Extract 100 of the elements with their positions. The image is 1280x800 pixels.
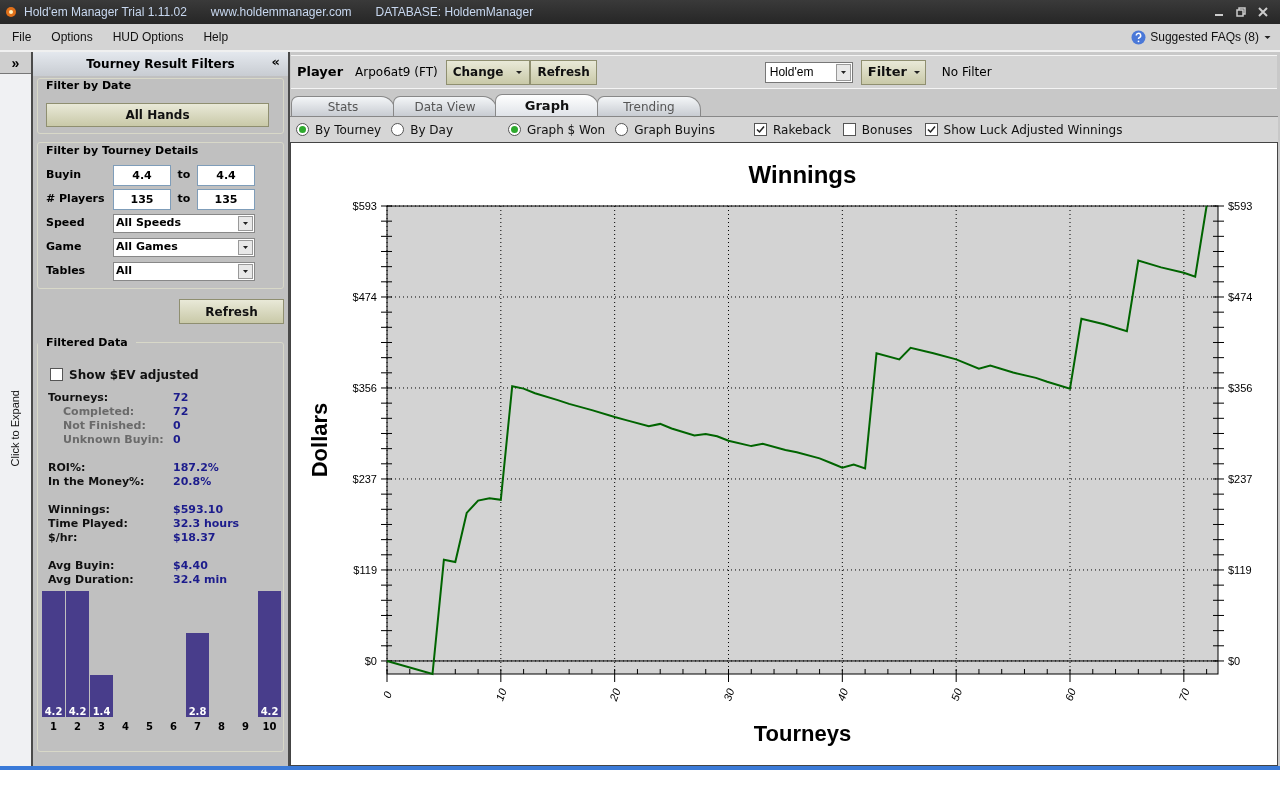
x-tick-label: 60 xyxy=(1062,686,1078,703)
bar-category: 7 xyxy=(194,720,201,732)
menu-item[interactable]: Help xyxy=(203,28,229,46)
stat-label: ROI%: xyxy=(48,460,87,475)
x-tick-label: 70 xyxy=(1176,686,1192,703)
checkbox-label: Rakeback xyxy=(773,121,831,139)
stat-value: $18.37 xyxy=(173,530,216,545)
change-button[interactable]: Change xyxy=(445,59,531,85)
y-tick-label: $237 xyxy=(1228,472,1253,485)
help-icon xyxy=(1131,29,1147,45)
y-tick-label: $593 xyxy=(1228,200,1253,212)
stat-value: 0 xyxy=(173,432,181,447)
stat-label: In the Money%: xyxy=(48,474,146,489)
checkbox-label: Show Luck Adjusted Winnings xyxy=(943,121,1123,139)
range-to-field[interactable]: 4.4 xyxy=(197,165,255,186)
filter-status: No Filter xyxy=(941,64,992,81)
radio-label: By Tourney xyxy=(315,121,382,139)
bar-category: 9 xyxy=(242,720,249,732)
checkbox[interactable] xyxy=(754,123,767,136)
stat-label: Tourneys: xyxy=(48,390,110,405)
y-tick-label: $474 xyxy=(352,291,377,303)
player-label: Player xyxy=(297,63,344,82)
stat-label: Not Finished: xyxy=(62,418,147,433)
bar-category: 5 xyxy=(146,720,153,732)
website-label: www.holdemmanager.com xyxy=(210,4,352,21)
expand-label[interactable]: Click to Expand xyxy=(7,389,24,466)
collapse-button[interactable]: « xyxy=(271,55,280,68)
to-label: to xyxy=(176,167,192,184)
bar-value: 2.8 xyxy=(188,705,207,717)
y-tick-label: $593 xyxy=(352,200,377,212)
checkbox[interactable] xyxy=(924,123,938,136)
stat-value: 0 xyxy=(173,418,181,433)
chart-title: Winnings xyxy=(748,161,857,188)
radio-button[interactable] xyxy=(508,123,521,136)
axis-title: Dollars xyxy=(307,402,332,478)
field-label: Speed xyxy=(46,215,86,232)
tab[interactable]: Data View xyxy=(393,96,497,116)
stat-value: 72 xyxy=(173,404,189,419)
section-title: Filter by Date xyxy=(45,78,133,94)
menu-item[interactable]: Options xyxy=(51,28,93,46)
y-tick-label: $356 xyxy=(352,382,377,394)
range-from-field[interactable]: 135 xyxy=(113,189,171,210)
menu-item[interactable]: File xyxy=(12,28,32,46)
bar-value: 1.4 xyxy=(92,705,111,717)
menu-item[interactable]: HUD Options xyxy=(112,28,184,46)
tab[interactable]: Graph xyxy=(495,94,599,116)
database-label: DATABASE: HoldemManager xyxy=(375,4,534,21)
suggested-faqs-link[interactable]: Suggested FAQs (8) xyxy=(1150,28,1259,46)
stat-label: $/hr: xyxy=(48,530,79,545)
checkbox[interactable] xyxy=(50,368,63,381)
checkbox-label: Show $EV adjusted xyxy=(69,366,199,384)
x-tick-label: 10 xyxy=(493,686,509,703)
range-to-field[interactable]: 135 xyxy=(197,189,255,210)
x-tick-label: 40 xyxy=(834,686,851,703)
radio-button[interactable] xyxy=(391,123,405,136)
y-tick-label: $0 xyxy=(364,654,377,667)
field-label: # Players xyxy=(46,191,106,208)
stat-value: 187.2% xyxy=(173,460,219,475)
stat-label: Winnings: xyxy=(48,502,111,517)
radio-button[interactable] xyxy=(615,123,629,136)
stat-label: Avg Duration: xyxy=(48,572,135,587)
field-label: Tables xyxy=(46,263,87,280)
bar-value: 4.2 xyxy=(260,705,279,717)
restore-icon[interactable] xyxy=(1236,7,1246,17)
stat-value: $593.10 xyxy=(173,502,224,517)
field-label: Game xyxy=(46,239,83,256)
all-hands-button[interactable]: All Hands xyxy=(46,102,269,127)
stat-label: Avg Buyin: xyxy=(48,558,116,573)
range-from-field[interactable]: 4.4 xyxy=(113,165,171,186)
stat-label: Time Played: xyxy=(48,516,129,531)
close-icon[interactable] xyxy=(1258,7,1268,17)
player-name: Arpo6at9 (FT) xyxy=(355,64,438,81)
filter-button[interactable]: Filter xyxy=(860,59,926,85)
tab[interactable]: Trending xyxy=(597,96,701,116)
dropdown[interactable]: All Speeds xyxy=(113,214,255,233)
refresh-button[interactable]: Refresh xyxy=(179,299,284,324)
caret-icon xyxy=(912,68,921,76)
y-tick-label: $356 xyxy=(1228,382,1253,394)
caret-icon xyxy=(515,68,524,76)
bar-category: 4 xyxy=(122,720,129,732)
section-title: Filter by Tourney Details xyxy=(45,142,200,159)
stat-value: 20.8% xyxy=(173,474,212,489)
radio-label: By Day xyxy=(410,121,454,139)
radio-button[interactable] xyxy=(296,123,309,136)
expand-button[interactable]: » xyxy=(0,52,31,74)
refresh-button[interactable]: Refresh xyxy=(530,59,597,85)
checkbox-label: Bonuses xyxy=(861,121,913,139)
y-tick-label: $0 xyxy=(1228,654,1241,667)
window-title: Hold'em Manager Trial 1.11.02 xyxy=(24,4,187,21)
bar-value: 4.2 xyxy=(44,705,63,717)
game-select[interactable]: Hold'em xyxy=(764,61,853,83)
stat-value: 32.3 hours xyxy=(173,516,240,531)
bar-value: 4.2 xyxy=(68,705,87,717)
radio-label: Graph Buyins xyxy=(634,121,715,139)
y-tick-label: $119 xyxy=(1228,563,1252,576)
checkbox[interactable] xyxy=(842,123,856,136)
tab[interactable]: Stats xyxy=(291,96,395,116)
field-label: Buyin xyxy=(46,167,82,184)
dropdown[interactable]: All xyxy=(113,262,255,281)
dropdown[interactable]: All Games xyxy=(113,238,255,257)
